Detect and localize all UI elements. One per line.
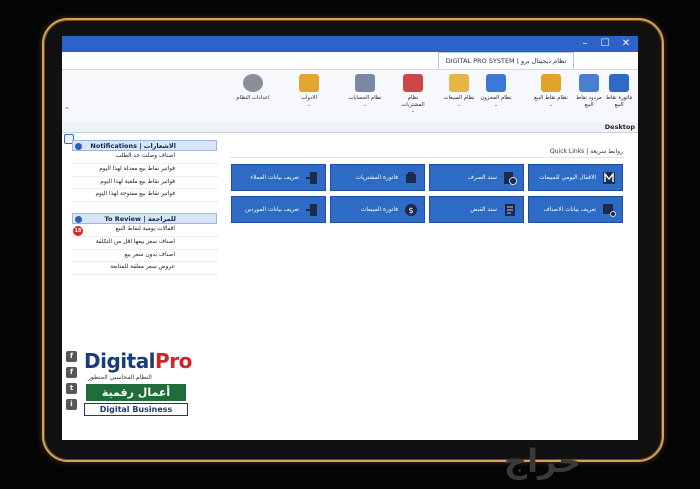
list-item[interactable]: عروض سعر معلقة للمتابعة xyxy=(72,262,217,276)
info-icon[interactable]: i xyxy=(66,399,77,410)
purchase-invoice-icon xyxy=(406,172,416,183)
tile-label: تعريف بيانات الموردين xyxy=(244,207,299,213)
ribbon-label: فاتورة نقاط البيع xyxy=(605,95,633,108)
ribbon-collapse-icon[interactable]: ⌃ xyxy=(64,106,70,114)
ribbon-label: نظام نقاط البيع xyxy=(534,95,568,101)
list-item[interactable]: اصناف سعر بيعها اقل من التكلفة xyxy=(72,237,217,250)
minimize-button[interactable]: – xyxy=(574,36,596,52)
ribbon-item-pos-system[interactable]: نظام نقاط البيع ⌄ xyxy=(534,74,568,108)
tile-label: الاقفال اليومي للمبيعات xyxy=(539,175,596,181)
close-button[interactable]: ✕ xyxy=(615,36,637,52)
chevron-down-icon: ⌄ xyxy=(410,108,416,114)
logo-pro: Pro xyxy=(155,349,192,373)
ribbon-item-inventory[interactable]: نظام المخزون ⌄ xyxy=(479,74,513,108)
inventory-icon xyxy=(486,74,506,92)
quick-link-customers[interactable]: تعريف بيانات العملاء xyxy=(231,164,326,191)
desktop-tab-bar: Desktop xyxy=(62,122,638,133)
facebook-icon[interactable]: f xyxy=(66,351,77,362)
collapse-bullet-icon[interactable] xyxy=(75,216,82,223)
ribbon-item-pos-invoice[interactable]: فاتورة نقاط البيع xyxy=(602,74,636,108)
quick-link-receipt-voucher[interactable]: سند القبض xyxy=(429,196,524,223)
quick-link-items[interactable]: تعريف بيانات الاصناف xyxy=(528,196,623,223)
settings-icon xyxy=(243,74,263,92)
pos-system-icon xyxy=(541,74,561,92)
quick-links-label: Quick Links | روابط سريعة xyxy=(550,148,623,155)
tile-label: سند القبض xyxy=(470,207,497,213)
quick-link-sales-invoice[interactable]: فاتورة المبيعات $ xyxy=(330,196,425,223)
count-badge: 18 xyxy=(73,226,83,236)
logo-digital: Digital xyxy=(84,349,156,373)
list-item[interactable]: فواتير نقاط بيع مفتوحة لهذا اليوم xyxy=(72,189,217,203)
notifications-panel: Notifications | الاشعارات اصناف وصلت حد … xyxy=(72,140,217,203)
ribbon-label: اعدادات النظام xyxy=(236,95,270,101)
suppliers-icon xyxy=(306,204,317,216)
list-item[interactable]: اصناف بدون سعر بيع xyxy=(72,250,217,263)
app-window: – ☐ ✕ DIGITAL PRO SYSTEM | نظام ديجيتال … xyxy=(62,36,638,440)
accounts-icon xyxy=(355,74,375,92)
purchases-icon xyxy=(403,74,423,92)
review-title: To Review | للمراجعة xyxy=(104,215,176,223)
ribbon-label: نظام المبيعات xyxy=(443,95,475,101)
review-header[interactable]: To Review | للمراجعة xyxy=(72,213,217,224)
list-item[interactable]: اصناف وصلت حد الطلب xyxy=(72,151,217,164)
ribbon-item-sales[interactable]: نظام المبيعات ⌄ xyxy=(442,74,476,108)
ribbon-toolbar: فاتورة نقاط البيع مردود نقاط البيع نظام … xyxy=(62,69,638,123)
tile-label: تعريف بيانات العملاء xyxy=(250,175,299,181)
quick-link-payment-voucher[interactable]: سند الصرف xyxy=(429,164,524,191)
ribbon-item-pos-return[interactable]: مردود نقاط البيع xyxy=(572,74,606,108)
title-bar: – ☐ ✕ xyxy=(62,36,638,52)
tile-label: فاتورة المبيعات xyxy=(360,207,398,213)
sales-icon xyxy=(449,74,469,92)
twitter-icon[interactable]: t xyxy=(66,383,77,394)
chevron-down-icon: ⌄ xyxy=(548,101,554,108)
notifications-header[interactable]: Notifications | الاشعارات xyxy=(72,140,217,151)
tab-desktop[interactable]: Desktop xyxy=(605,122,635,132)
tile-label: سند الصرف xyxy=(467,175,497,181)
receipt-voucher-icon xyxy=(505,204,515,216)
digital-business-logo: Digital Business xyxy=(84,403,188,416)
ribbon-label: مردود نقاط البيع xyxy=(576,95,602,108)
ribbon-label: نظام الحسابات xyxy=(348,95,382,101)
list-item[interactable]: اقفالات يومية لنقاط البيع xyxy=(72,224,217,237)
quick-link-daily-close[interactable]: الاقفال اليومي للمبيعات xyxy=(528,164,623,191)
aamal-raqamiya-logo: أعمال رقمية xyxy=(86,384,186,401)
notifications-title: Notifications | الاشعارات xyxy=(90,142,176,150)
chevron-down-icon: ⌄ xyxy=(306,101,312,108)
pos-return-icon xyxy=(579,74,599,92)
quick-link-suppliers[interactable]: تعريف بيانات الموردين xyxy=(231,196,326,223)
pos-invoice-icon xyxy=(609,74,629,92)
list-item[interactable]: فواتير نقاط بيع معدلة لهذا اليوم xyxy=(72,164,217,177)
ribbon-item-accounts[interactable]: نظام الحسابات ⌄ xyxy=(348,74,382,108)
list-item[interactable]: فواتير نقاط بيع ملغية لهذا اليوم xyxy=(72,177,217,190)
logo-subtitle: النظام المحاسبي المتطور xyxy=(88,374,152,381)
payment-voucher-icon xyxy=(504,172,517,185)
maximize-button[interactable]: ☐ xyxy=(594,36,616,52)
ribbon-item-purchases[interactable]: نظام المشتريات ⌄ xyxy=(396,74,430,114)
ribbon-item-settings[interactable]: اعدادات النظام xyxy=(236,74,270,102)
customers-icon xyxy=(306,172,317,184)
chevron-down-icon: ⌄ xyxy=(456,101,462,108)
review-panel: To Review | للمراجعة 18 اقفالات يومية لن… xyxy=(72,213,217,276)
svg-text:$: $ xyxy=(408,206,413,215)
sales-invoice-icon: $ xyxy=(405,204,417,216)
branding-area: f f t i DigitalPro النظام المحاسبي المتط… xyxy=(62,341,222,440)
ribbon-item-tools[interactable]: الادوات ⌄ xyxy=(292,74,326,108)
chevron-down-icon: ⌄ xyxy=(362,101,368,108)
facebook-icon[interactable]: f xyxy=(66,367,77,378)
watermark: حراج xyxy=(504,442,581,480)
divider xyxy=(230,157,624,158)
tab-digital-pro-system[interactable]: DIGITAL PRO SYSTEM | نظام ديجيتال برو xyxy=(438,52,574,69)
quick-link-purchase-invoice[interactable]: فاتورة المشتريات xyxy=(330,164,425,191)
ribbon-label: نظام المشتريات xyxy=(401,95,425,108)
tile-label: فاتورة المشتريات xyxy=(355,175,398,181)
daily-close-icon xyxy=(603,172,615,184)
collapse-bullet-icon[interactable] xyxy=(75,143,82,150)
ribbon-label: نظام المخزون xyxy=(480,95,512,101)
tile-label: تعريف بيانات الاصناف xyxy=(543,207,596,213)
tools-icon xyxy=(299,74,319,92)
digitalpro-logo: DigitalPro xyxy=(84,349,192,373)
items-icon xyxy=(603,204,616,217)
chevron-down-icon: ⌄ xyxy=(493,101,499,108)
